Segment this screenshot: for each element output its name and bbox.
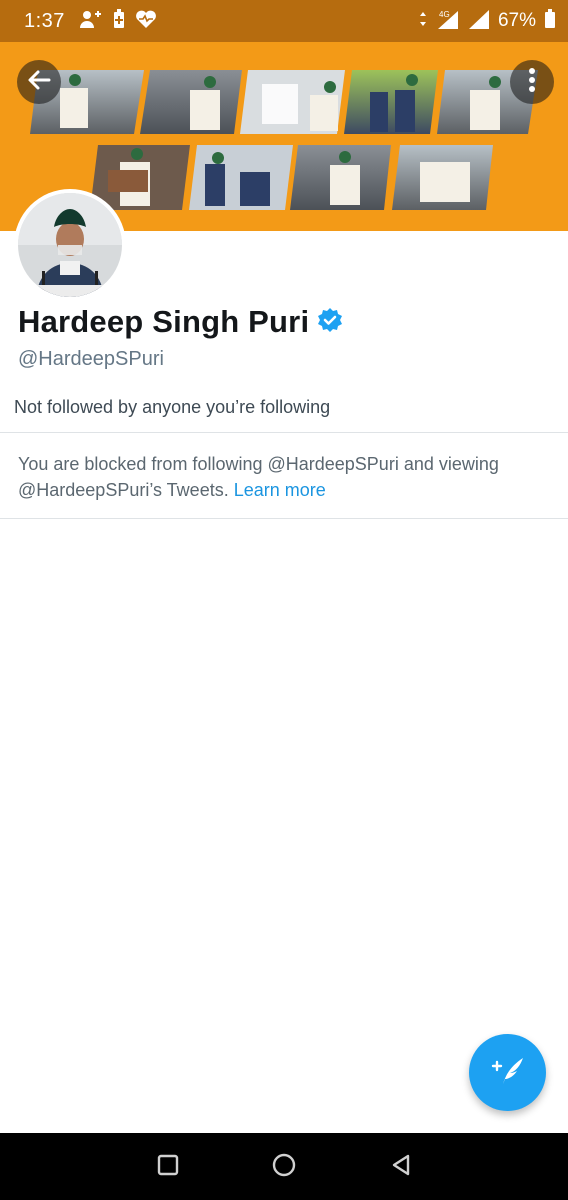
battery-icon: [544, 8, 556, 34]
svg-text:4G: 4G: [439, 10, 450, 19]
back-triangle-icon: [389, 1153, 413, 1182]
add-person-icon: [79, 9, 103, 34]
avatar-photo: [18, 193, 122, 297]
profile-avatar[interactable]: [14, 189, 126, 301]
divider: [0, 518, 568, 519]
home-circle-icon: [271, 1152, 297, 1183]
more-vertical-icon: [528, 67, 536, 98]
system-nav-bar: [0, 1133, 568, 1200]
learn-more-link[interactable]: Learn more: [234, 480, 326, 500]
signal-4g-icon: 4G: [436, 8, 460, 35]
display-name: Hardeep Singh Puri: [18, 304, 310, 339]
home-button[interactable]: [270, 1153, 298, 1181]
back-nav-button[interactable]: [387, 1153, 415, 1181]
status-time: 1:37: [24, 9, 65, 32]
followed-by-text: Not followed by anyone you’re following: [14, 397, 331, 417]
more-options-button[interactable]: [510, 60, 554, 104]
status-bar: 1:37 4G 67%: [0, 0, 568, 42]
heart-health-icon: [135, 9, 157, 34]
recents-square-icon: [156, 1153, 180, 1182]
verified-badge-icon: [317, 307, 343, 338]
divider: [0, 432, 568, 433]
arrow-left-icon: [27, 69, 51, 96]
blocked-notice: You are blocked from following @HardeepS…: [18, 451, 548, 503]
battery-saver-icon: [113, 8, 125, 34]
compose-tweet-icon: [491, 1054, 525, 1091]
recents-button[interactable]: [154, 1153, 182, 1181]
signal-icon: [468, 8, 490, 35]
data-arrows-icon: [418, 9, 428, 34]
back-button[interactable]: [17, 60, 61, 104]
compose-tweet-button[interactable]: [469, 1034, 546, 1111]
display-name-row: Hardeep Singh Puri: [18, 304, 343, 340]
battery-percent: 67%: [497, 10, 536, 31]
profile-handle: @HardeepSPuri: [18, 348, 164, 370]
